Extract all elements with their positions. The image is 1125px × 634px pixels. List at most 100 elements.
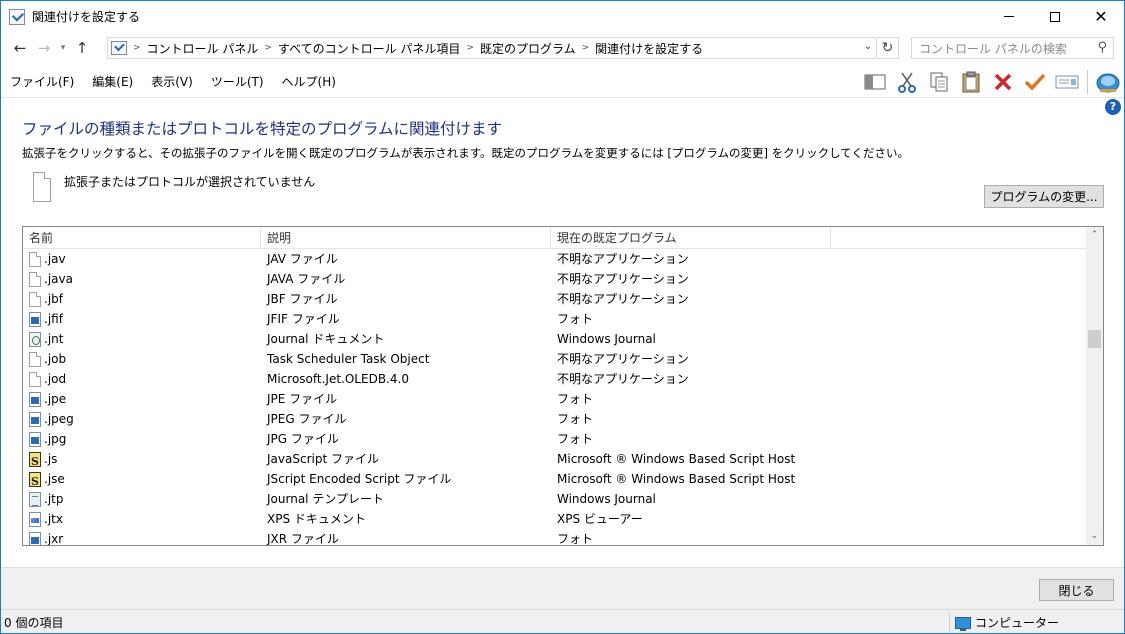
cell-extension: .jpeg [29, 409, 74, 429]
cell-extension: .jnt [29, 329, 63, 349]
close-button[interactable]: 閉じる [1039, 579, 1114, 601]
photo-file-icon [29, 391, 41, 407]
menu-view[interactable]: 表示(V) [142, 73, 202, 90]
table-row[interactable]: .jpg JPG ファイル フォト [23, 429, 1103, 449]
scrollbar-thumb[interactable] [1088, 330, 1101, 348]
cell-description: JXR ファイル [267, 532, 339, 546]
paste-icon[interactable] [955, 67, 987, 97]
cell-extension: .jtx [29, 509, 63, 529]
associations-list[interactable]: ⌃ 名前 説明 現在の既定プログラム .jav JAV ファイル不明なアプリケーシ… [22, 226, 1104, 546]
cut-icon[interactable] [891, 67, 923, 97]
change-program-button[interactable]: プログラムの変更... [984, 185, 1104, 208]
chevron-down-icon[interactable]: ⌄ [864, 41, 872, 52]
blank-file-icon [29, 291, 41, 307]
extension-label: .jod [44, 372, 67, 386]
table-row[interactable]: .jtp Journal テンプレート Windows Journal [23, 489, 1103, 509]
search-icon[interactable]: ⚲ [1097, 40, 1107, 55]
photo-file-icon [29, 311, 41, 327]
blank-file-icon [29, 371, 41, 387]
column-header-description[interactable]: 説明 [261, 227, 551, 249]
table-row[interactable]: .js JavaScript ファイル Microsoft ® Windows Ba… [23, 449, 1103, 472]
table-row[interactable]: .jav JAV ファイル 不明なアプリケーション [23, 249, 1103, 269]
cell-description: JAV ファイル [267, 252, 338, 266]
extension-label: .jav [44, 252, 66, 266]
cell-extension: .jpe [29, 389, 66, 409]
back-button[interactable]: ← [8, 36, 32, 60]
menu-bar: ファイル(F) 編集(E) 表示(V) ツール(T) ヘルプ(H) [1, 66, 1124, 98]
cell-program: 不明なアプリケーション [557, 292, 689, 306]
vertical-scrollbar[interactable]: ⌃ ⌄ [1086, 227, 1103, 545]
cell-program: 不明なアプリケーション [557, 372, 689, 386]
breadcrumb-set-associations[interactable]: 関連付けを設定する [595, 40, 703, 57]
table-row[interactable]: .jpe JPE ファイル フォト [23, 389, 1103, 409]
shell-icon[interactable] [1092, 67, 1124, 97]
table-row[interactable]: .jfif JFIF ファイル フォト [23, 309, 1103, 329]
cell-extension: .jpg [29, 429, 66, 449]
title-bar: 関連付けを設定する ✕ [1, 1, 1124, 32]
menu-help[interactable]: ヘルプ(H) [273, 73, 345, 90]
up-button[interactable]: ↑ [70, 36, 94, 60]
control-panel-app-icon [9, 8, 25, 25]
copy-icon[interactable] [923, 67, 955, 97]
cell-program: フォト [557, 412, 594, 426]
scroll-up-icon[interactable]: ⌃ [1086, 227, 1103, 244]
menu-file[interactable]: ファイル(F) [1, 73, 83, 90]
menu-tools[interactable]: ツール(T) [202, 73, 273, 90]
address-bar[interactable]: > コントロール パネル > すべてのコントロール パネル項目 > 既定のプログ… [107, 37, 877, 59]
minimize-button[interactable] [986, 1, 1032, 32]
window-controls: ✕ [986, 1, 1124, 32]
menu-edit[interactable]: 編集(E) [83, 73, 142, 90]
table-row[interactable]: .job Task Scheduler Task Object 不明なアプリケーショ… [23, 349, 1103, 369]
breadcrumb-default-programs[interactable]: 既定のプログラム [480, 40, 576, 57]
toolbar-separator [1087, 70, 1088, 94]
blank-file-icon [29, 251, 41, 267]
items-count: 0 個の項目 [4, 616, 64, 630]
column-header-name[interactable]: 名前 [23, 227, 261, 249]
table-row[interactable]: .jtx XPS ドキュメント XPS ビューアー [23, 509, 1103, 529]
help-icon[interactable]: ? [1105, 99, 1121, 115]
computer-icon [955, 616, 971, 631]
minimize-icon [1004, 16, 1014, 17]
list-rows: .jav JAV ファイル不明なアプリケーション .java JAVA ファイル 不明な… [23, 249, 1103, 546]
cell-description: JBF ファイル [267, 292, 338, 306]
close-icon: ✕ [1094, 6, 1108, 26]
recent-locations-dropdown[interactable]: ▾ [56, 36, 70, 60]
table-row[interactable]: .jse JScript Encoded Script ファイル Microsoft… [23, 469, 1103, 492]
cell-extension: .jav [29, 249, 66, 269]
photo-file-icon [29, 411, 41, 427]
photo-file-icon [29, 531, 41, 545]
table-row[interactable]: .java JAVA ファイル 不明なアプリケーション [23, 269, 1103, 289]
forward-button[interactable]: → [32, 36, 56, 60]
panel-toggle-icon[interactable] [859, 67, 891, 97]
check-icon[interactable] [1019, 67, 1051, 97]
breadcrumb-control-panel[interactable]: コントロール パネル [147, 40, 259, 57]
delete-icon[interactable] [987, 67, 1019, 97]
blank-file-icon [29, 271, 41, 287]
extension-label: .jtx [44, 512, 63, 526]
dialog-footer: 閉じる [1, 567, 1124, 609]
properties-icon[interactable] [1051, 67, 1083, 97]
extension-label: .jfif [44, 312, 63, 326]
table-row[interactable]: .jod Microsoft.Jet.OLEDB.4.0 不明なアプリケーション [23, 369, 1103, 389]
cell-extension: .jse [29, 469, 65, 492]
address-row: ← → ▾ ↑ > コントロール パネル > すべてのコントロール パネル項目 … [1, 32, 1124, 64]
cell-description: Microsoft.Jet.OLEDB.4.0 [267, 372, 409, 386]
table-row[interactable]: .jbf JBF ファイル 不明なアプリケーション [23, 289, 1103, 309]
search-placeholder: コントロール パネルの検索 [919, 41, 1067, 56]
search-input[interactable]: コントロール パネルの検索 ⚲ [911, 37, 1114, 59]
list-header: ⌃ 名前 説明 現在の既定プログラム [23, 227, 1103, 249]
cell-program: Windows Journal [557, 332, 656, 346]
cell-extension: .jod [29, 369, 66, 389]
template-file-icon [29, 491, 41, 507]
scroll-down-icon[interactable]: ⌄ [1086, 528, 1103, 545]
close-window-button[interactable]: ✕ [1078, 1, 1124, 32]
refresh-button[interactable]: ↻ [877, 37, 899, 59]
breadcrumb-all-items[interactable]: すべてのコントロール パネル項目 [278, 40, 461, 57]
table-row[interactable]: .jnt Journal ドキュメント Windows Journal [23, 329, 1103, 349]
maximize-icon [1050, 11, 1060, 22]
column-header-program[interactable]: 現在の既定プログラム [551, 227, 831, 249]
table-row[interactable]: .jxr JXR ファイル フォト [23, 529, 1103, 546]
extension-label: .js [44, 452, 58, 466]
table-row[interactable]: .jpeg JPEG ファイル フォト [23, 409, 1103, 429]
maximize-button[interactable] [1032, 1, 1078, 32]
